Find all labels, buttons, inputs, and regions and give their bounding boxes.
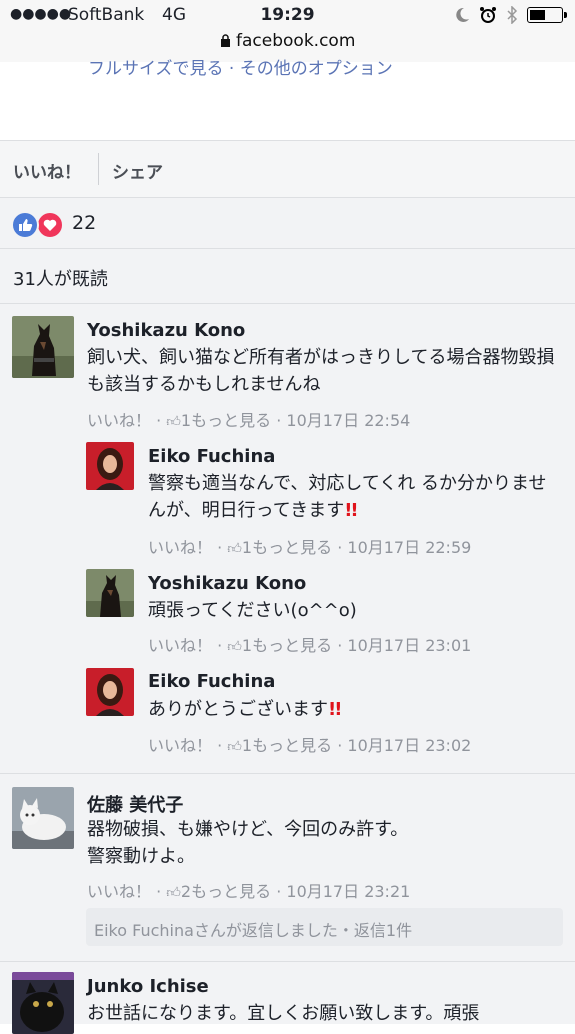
share-button[interactable]: シェア: [112, 158, 163, 183]
seen-count: 31人が既読: [13, 269, 108, 290]
comment-divider: [0, 773, 575, 774]
comment-like-count: 2: [180, 882, 192, 901]
lock-icon: [220, 34, 230, 47]
comment-meta: いいね！ · 👍︎1もっと見る · 10月17日 22:59: [148, 538, 472, 557]
comment-text: 頑張ってください(o^^o): [148, 600, 357, 621]
reply-summary-button[interactable]: Eiko Fuchinaさんが返信しました・返信1件: [86, 908, 563, 946]
comment-author[interactable]: Eiko Fuchina: [148, 446, 275, 467]
love-reaction-icon: [36, 211, 64, 239]
comment-meta: いいね！ · 👍︎1もっと見る · 10月17日 23:02: [148, 736, 472, 755]
reaction-count: 22: [72, 212, 97, 234]
comment-text: ありがとうございます!!: [148, 699, 342, 720]
comment-author[interactable]: 佐藤 美代子: [87, 791, 183, 817]
see-more-link[interactable]: もっと見る: [252, 636, 332, 655]
comment-author[interactable]: Junko Ichise: [87, 976, 209, 997]
thumbs-up-icon: 👍︎: [227, 739, 242, 755]
comment-meta: いいね！ · 👍︎2もっと見る · 10月17日 23:21: [87, 882, 411, 901]
comment-timestamp: 10月17日 23:21: [286, 882, 411, 901]
comment-text: 飼い犬、飼い猫など所有者がはっきりしてる場合器物毀損も該当するかもしれませんね: [87, 347, 555, 395]
comment-timestamp: 10月17日 22:59: [347, 538, 472, 557]
avatar[interactable]: [86, 442, 134, 490]
address-bar[interactable]: facebook.com: [0, 31, 575, 51]
comment-author[interactable]: Yoshikazu Kono: [87, 320, 245, 341]
fullsize-options-link[interactable]: フルサイズで見る · その他のオプション: [88, 54, 393, 79]
reactions-row[interactable]: 22: [0, 198, 575, 249]
see-more-link[interactable]: もっと見る: [191, 882, 271, 901]
avatar[interactable]: [86, 668, 134, 716]
post-content: フルサイズで見る · その他のオプション いいね！ シェア 22 31人が既読 …: [0, 59, 575, 1034]
comment-like-link[interactable]: いいね！: [87, 411, 151, 430]
see-more-link[interactable]: もっと見る: [252, 736, 332, 755]
comment-author[interactable]: Eiko Fuchina: [148, 671, 275, 692]
comment-timestamp: 10月17日 23:02: [347, 736, 472, 755]
thumbs-up-icon: 👍︎: [166, 885, 181, 901]
battery-icon: [527, 7, 567, 23]
comment-text: お世話になります。宜しくお願い致します。頑張: [87, 1003, 480, 1024]
comment-like-link[interactable]: いいね！: [87, 882, 151, 901]
double-exclamation-icon: !!: [328, 699, 342, 720]
like-reaction-icon: [11, 211, 39, 239]
like-button[interactable]: いいね！: [13, 158, 81, 183]
see-more-link[interactable]: もっと見る: [191, 411, 271, 430]
thumbs-up-icon: 👍︎: [227, 541, 242, 557]
comment-text: 警察動けよ。: [87, 846, 195, 867]
comment-meta: いいね！ · 👍︎1もっと見る · 10月17日 22:54: [87, 411, 411, 430]
avatar[interactable]: [12, 972, 74, 1034]
see-more-link[interactable]: もっと見る: [252, 538, 332, 557]
post-action-bar: いいね！ シェア: [0, 140, 575, 198]
status-bar: ●●●●● SoftBank 4G 19:29 facebook.com: [0, 0, 575, 62]
comment-like-count: 1: [241, 636, 253, 655]
comment-like-link[interactable]: いいね！: [148, 736, 212, 755]
seen-count-row[interactable]: 31人が既読: [0, 249, 575, 304]
double-exclamation-icon: !!: [344, 500, 358, 521]
url-text: facebook.com: [236, 31, 356, 51]
avatar[interactable]: [12, 316, 74, 378]
avatar[interactable]: [86, 569, 134, 617]
reply-summary-text: Eiko Fuchinaさんが返信しました・返信1件: [94, 921, 413, 940]
comment-author[interactable]: Yoshikazu Kono: [148, 573, 306, 594]
comment-text: 警察も適当なんで、対応してくれ るか分かりませんが、明日行ってきます!!: [148, 473, 547, 521]
comment-like-count: 1: [241, 538, 253, 557]
moon-icon: [456, 7, 469, 22]
comment-like-link[interactable]: いいね！: [148, 636, 212, 655]
comment-text: 器物破損、も嫌やけど、今回のみ許す。: [87, 819, 409, 840]
alarm-icon: [480, 7, 496, 23]
avatar[interactable]: [12, 787, 74, 849]
comment-like-count: 1: [241, 736, 253, 755]
comment-timestamp: 10月17日 23:01: [347, 636, 472, 655]
comment-like-link[interactable]: いいね！: [148, 538, 212, 557]
bluetooth-icon: [507, 6, 518, 24]
action-divider: [98, 153, 99, 185]
comment-divider: [0, 961, 575, 962]
comment-like-count: 1: [180, 411, 192, 430]
comment-meta: いいね！ · 👍︎1もっと見る · 10月17日 23:01: [148, 636, 472, 655]
thumbs-up-icon: 👍︎: [166, 414, 181, 430]
comment-timestamp: 10月17日 22:54: [286, 411, 411, 430]
thumbs-up-icon: 👍︎: [227, 639, 242, 655]
